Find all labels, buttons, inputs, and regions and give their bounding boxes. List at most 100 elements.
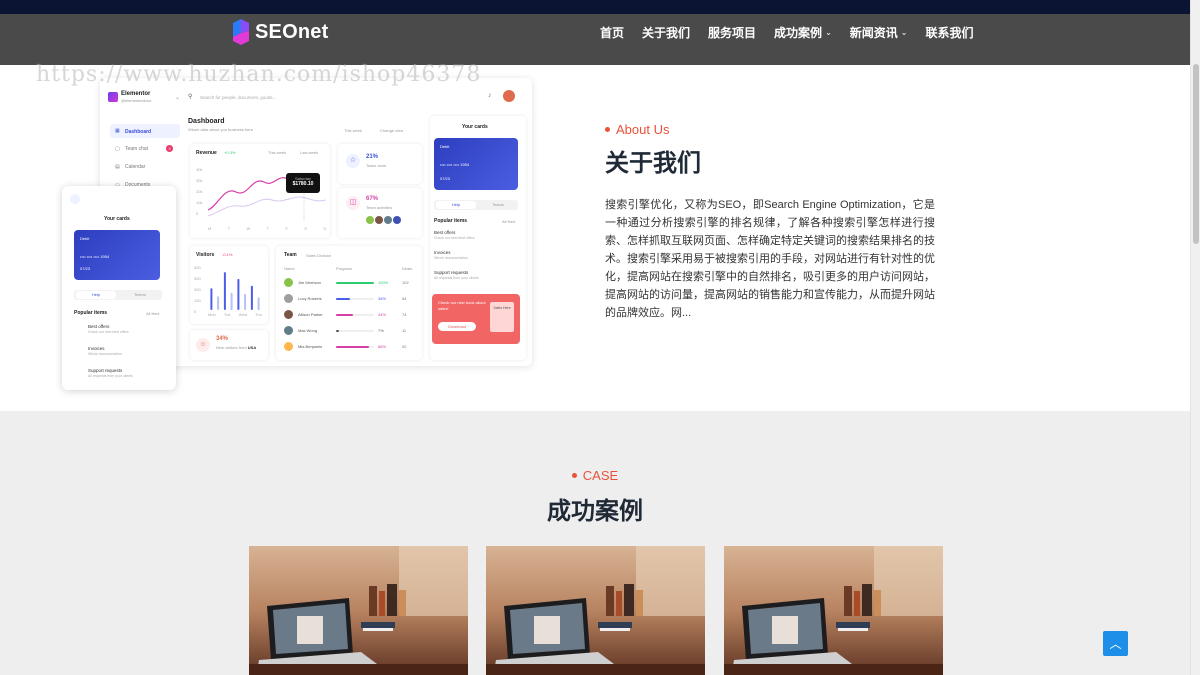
tick-label: S <box>323 226 326 231</box>
mock-phone-popular: Popular items <box>74 310 108 316</box>
mock-stat-label: Team activities <box>366 205 393 210</box>
team-member-name: Allison Parker <box>298 312 323 317</box>
mock-usa-country: USA <box>247 345 257 350</box>
mock-app-name: Elementor <box>121 91 151 97</box>
mock-popular-sub: Whole documentation <box>434 256 468 260</box>
case-eyebrow: CASE <box>0 468 1190 483</box>
case-card[interactable] <box>724 546 943 675</box>
deals-count: 102 <box>402 280 409 285</box>
laptop-desk-photo <box>724 546 943 675</box>
nav-services[interactable]: 服务项目 <box>708 24 756 41</box>
mock-phone-item-title: Invoices <box>88 346 105 351</box>
chart-icon: ◫ <box>346 196 360 210</box>
tick-label: 400 <box>194 265 201 270</box>
mock-phone-tab-teams: Teams <box>134 292 146 297</box>
mock-stat-value: 21% <box>366 154 379 160</box>
mock-tab-help: Help <box>436 201 476 209</box>
case-title: 成功案例 <box>547 498 643 525</box>
nav-contact[interactable]: 联系我们 <box>925 24 973 41</box>
mock-menu-dashboard: Dashboard <box>125 129 152 135</box>
brand-name: SEOnet <box>255 20 329 43</box>
about-eyebrow-label: About Us <box>616 122 670 137</box>
star-icon: ☆ <box>346 154 360 168</box>
tick-label: S <box>304 226 307 231</box>
mock-tooltip-value: $1780.10 <box>292 181 314 187</box>
nav-label: 关于我们 <box>642 25 691 40</box>
chevron-down-icon: ⌄ <box>900 27 908 37</box>
mock-phone-item-sub: Whole documentation <box>88 352 122 356</box>
mock-logo-icon <box>108 92 118 102</box>
nav-home[interactable]: 首页 <box>600 24 624 41</box>
mock-your-cards: Your cards <box>462 124 488 130</box>
about-title: 关于我们 <box>605 150 701 177</box>
tick-label: T <box>227 226 231 231</box>
chevron-up-icon: ︿ <box>1109 637 1122 651</box>
mock-badge: 3 <box>166 145 173 152</box>
progress-percent: 100% <box>378 280 389 285</box>
tick-label: 100 <box>194 298 201 303</box>
visitors-bar <box>244 293 247 310</box>
mock-visitors-yaxis: 400 300 200 100 0 <box>194 262 201 317</box>
team-member-name: Lucy Roberts <box>298 296 322 301</box>
about-section: Elementor @elementordocs ⌄ ⚲ Search for … <box>0 65 1190 411</box>
mock-dashboard-sub: Whole data about you business here <box>188 127 253 132</box>
tick-label: 200 <box>194 287 201 292</box>
mock-this-week: This week <box>344 128 363 133</box>
case-card[interactable] <box>486 546 705 675</box>
mock-app-sub: @elementordocs <box>121 98 152 103</box>
bullet-dot-icon <box>571 473 577 478</box>
progress-fill <box>336 346 370 348</box>
tick-label: 300 <box>194 276 201 281</box>
mock-legend-this: This week <box>268 150 287 155</box>
avatar <box>284 310 293 319</box>
mock-promo: Check our new book about sales! Sales He… <box>432 294 520 344</box>
nav-news[interactable]: 新闻资讯 ⌄ <box>850 24 908 41</box>
tick-label: Wed <box>238 312 247 317</box>
visitors-bar <box>230 292 233 310</box>
nav-cases[interactable]: 成功案例 ⌄ <box>774 24 832 41</box>
case-eyebrow-label: CASE <box>582 468 619 483</box>
user-icon: ☺ <box>196 338 210 352</box>
progress-percent: 7% <box>378 328 384 333</box>
mock-stat-tasks: ☆ 21% Tasks done <box>338 144 422 184</box>
tick-label: 0 <box>196 211 199 216</box>
progress-track <box>336 346 374 348</box>
page-scrollbar[interactable] <box>1190 0 1200 675</box>
mock-revenue-change: +0.3% <box>224 150 236 155</box>
mock-promo-text: Check our new book about sales! <box>438 300 486 311</box>
mock-popular-title: Support requests <box>434 270 469 275</box>
progress-track <box>336 298 374 300</box>
mock-card-type: Debit <box>440 144 450 149</box>
about-content: About Us 关于我们 搜索引擎优化，又称为SEO，即Search Engi… <box>605 122 935 322</box>
team-member-name: Jim Morrison <box>298 280 321 285</box>
deals-count: 54 <box>402 296 407 301</box>
grid-icon: ▦ <box>115 128 120 134</box>
mock-card-number: •••• •••• •••• 1954 <box>80 254 110 259</box>
visitors-bar <box>257 297 260 310</box>
mock-tab-teams: Teams <box>492 202 504 207</box>
site-header: SEOnet 首页 关于我们 服务项目 成功案例 ⌄ 新闻资讯 ⌄ 联系我们 <box>0 14 1190 65</box>
mock-phone-your-cards: Your cards <box>104 216 130 222</box>
case-card[interactable] <box>249 546 468 675</box>
mock-stat-label: Tasks done <box>366 163 387 168</box>
watermark: https://www.huzhan.com/ishop46378 <box>36 62 482 87</box>
mock-revenue-label: Revenue <box>196 150 217 156</box>
calendar-icon: ▤ <box>115 164 120 170</box>
avatar <box>284 342 293 351</box>
scrollbar-thumb[interactable] <box>1193 64 1199 244</box>
mock-revenue-yaxis: 40k 30k 20k 10k 0 <box>196 164 202 219</box>
progress-percent: 38% <box>378 296 387 301</box>
mock-legend-last: Last week <box>300 150 319 155</box>
table-row: Jim Morrison 100% 102 <box>276 276 422 290</box>
brand-logo[interactable]: SEOnet <box>231 19 328 45</box>
nav-about[interactable]: 关于我们 <box>642 24 690 41</box>
mock-stat-team: ◫ 67% Team activities <box>338 188 422 238</box>
nav-label: 首页 <box>600 25 625 40</box>
mock-usa-label: New visitors from <box>216 345 247 350</box>
tick-label: Tue <box>223 312 231 317</box>
mock-visitors-change: -0.1% <box>222 252 233 257</box>
chevron-down-icon: ⌄ <box>175 95 181 101</box>
back-to-top-button[interactable]: ︿ <box>1103 631 1128 656</box>
laptop-desk-photo <box>249 546 468 675</box>
mock-stat-value: 67% <box>366 196 379 202</box>
